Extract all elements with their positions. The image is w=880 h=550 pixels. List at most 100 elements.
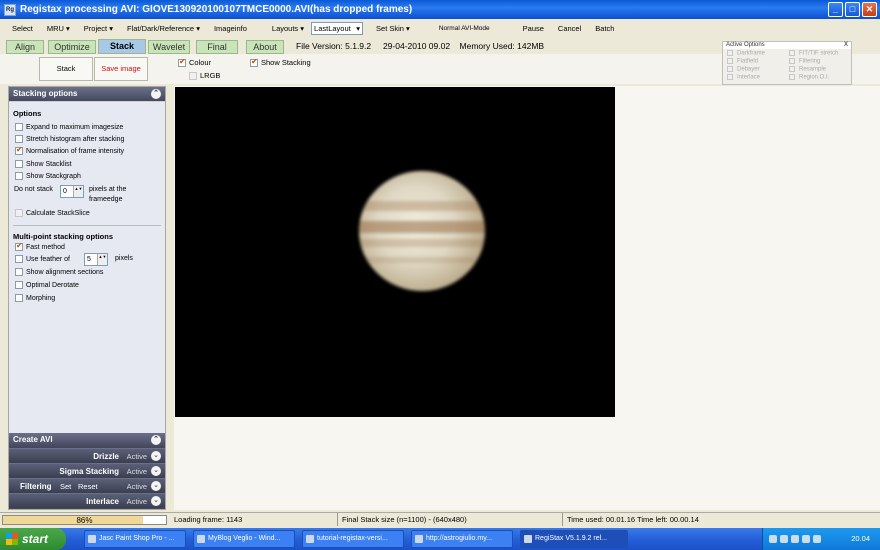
task-browser[interactable]: http://astrogiulio.my... [411,530,513,548]
task-myblog[interactable]: MyBlog Veglio - Wind... [193,530,295,548]
normalisation-checkbox[interactable]: Normalisation of frame intensity [15,145,124,155]
tray-icon[interactable] [780,535,788,543]
file-info: File Version: 5.1.9.2 29-04-2010 09.02 M… [296,41,544,51]
active-options-panel: Active Options X Darkframe Flatfield Deba… [722,41,852,85]
stacked-image[interactable] [175,87,615,417]
morphing-checkbox[interactable]: Morphing [15,294,55,302]
time-info: Time used: 00.01.16 Time left: 00.00.14 [562,513,699,526]
menu-layouts[interactable]: Layouts ▾ [254,24,311,33]
tab-stack[interactable]: Stack [98,39,146,54]
ao-filtering: Filtering [789,58,820,65]
expand-icon[interactable]: ⌄ [151,481,161,491]
jupiter-planet [359,171,485,291]
colour-label: Colour [189,58,212,67]
stretch-checkbox[interactable]: Stretch histogram after stacking [15,135,124,143]
layout-select[interactable]: LastLayout [311,21,364,35]
colour-checkbox[interactable]: Colour [178,57,212,68]
progress-text: 86% [76,516,93,525]
divider [13,225,161,226]
menu-imageinfo[interactable]: Imageinfo [207,24,254,33]
lrgb-checkbox[interactable]: LRGB [189,71,221,81]
tab-about[interactable]: About [246,40,284,54]
title-bar[interactable]: Rg Registax processing AVI: GIOVE1309201… [0,0,880,19]
ao-darkframe: Darkframe [727,50,765,57]
expand-icon[interactable]: ⌄ [151,466,161,476]
task-registax[interactable]: RegiStax V5.1.9.2 rel... [520,530,628,548]
tray-icon[interactable] [813,535,821,543]
stacking-options-header[interactable]: Stacking options ⌃ [9,87,165,101]
optimal-derotate-checkbox[interactable]: Optimal Derotate [15,281,79,289]
memory-used: Memory Used: 142MB [459,41,545,51]
start-button[interactable]: start [0,528,66,550]
expand-icon[interactable]: ⌄ [151,451,161,461]
show-stacking-checkbox[interactable]: Show Stacking [250,57,311,68]
app-icon: Rg [4,3,16,16]
stack-button[interactable]: Stack [39,57,93,81]
status-bar: 86% Loading frame: 1143 Final Stack size… [0,512,880,526]
show-stackgraph-checkbox[interactable]: Show Stackgraph [15,172,81,180]
create-avi-header[interactable]: Create AVI ⌃ [9,433,165,447]
save-image-button[interactable]: Save image [94,57,148,81]
expand-checkbox[interactable]: Expand to maximum imagesize [15,123,123,131]
maximize-button[interactable]: □ [845,2,860,17]
menu-set-skin[interactable]: Set Skin ▾ [369,24,417,33]
tray-icon[interactable] [791,535,799,543]
ao-resample: Resample [789,66,826,73]
cancel-button[interactable]: Cancel [551,24,588,33]
menu-flat-dark-reference[interactable]: Flat/Dark/Reference ▾ [120,24,207,33]
stacking-options-panel: Stacking options ⌃ Options Expand to maxi… [8,86,166,510]
taskbar: start Jasc Paint Shop Pro - ... MyBlog V… [0,528,880,550]
frameedge-label: frameedge [89,196,123,203]
feather-input[interactable]: 5 [84,253,108,266]
ao-region-oi: Region.O.I. [789,74,829,81]
collapse-icon[interactable]: ⌃ [151,89,161,99]
sigma-stacking-row[interactable]: Sigma Stacking Active ⌄ [9,463,165,478]
collapse-icon[interactable]: ⌃ [151,435,161,445]
menu-select[interactable]: Select [0,24,40,33]
fast-method-checkbox[interactable]: Fast method [15,241,65,251]
show-stacking-label: Show Stacking [261,58,311,67]
options-section-title: Options [13,109,42,118]
show-stacklist-checkbox[interactable]: Show Stacklist [15,160,72,168]
checkbox-icon [250,57,258,68]
image-area[interactable] [174,86,880,510]
do-not-stack-input[interactable]: 0 [60,185,84,198]
progress-bar: 86% [2,515,167,525]
tab-wavelet[interactable]: Wavelet [148,40,190,54]
lrgb-label: LRGB [200,71,221,80]
task-paint-shop-pro[interactable]: Jasc Paint Shop Pro - ... [84,530,186,548]
checkbox-icon [189,72,197,81]
system-tray: 20.04 [762,528,880,550]
file-date: 29-04-2010 09.02 [382,41,451,51]
batch-button[interactable]: Batch [588,24,621,33]
pause-button[interactable]: Pause [497,24,551,33]
mode-label: Normal AVI-Mode [438,24,490,32]
final-stack-size: Final Stack size (n=1100) - (640x480) [337,513,467,526]
active-options-title: Active Options [726,42,765,48]
clock: 20.04 [851,534,870,543]
tab-optimize[interactable]: Optimize [48,40,96,54]
do-not-stack-label: Do not stack [14,186,53,193]
pixels-at-label: pixels at the [89,186,127,193]
interlace-row[interactable]: Interlace Active ⌄ [9,493,165,508]
active-options-close[interactable]: X [844,42,848,49]
expand-icon[interactable]: ⌄ [151,496,161,506]
tab-final[interactable]: Final [196,40,238,54]
task-tutorial[interactable]: tutorial-registax-versi... [302,530,404,548]
menu-project[interactable]: Project ▾ [77,24,120,33]
menu-mru[interactable]: MRU ▾ [40,24,77,33]
tray-icon[interactable] [769,535,777,543]
filtering-row[interactable]: Filtering Set Reset Active ⌄ [9,478,165,493]
filtering-reset-button[interactable]: Reset [78,479,98,494]
filtering-set-button[interactable]: Set [60,479,71,494]
feather-checkbox[interactable]: Use feather of [15,255,70,263]
show-alignment-checkbox[interactable]: Show alignment sections [15,268,103,276]
close-button[interactable]: ✕ [862,2,877,17]
calc-stackslice-checkbox[interactable]: Calculate StackSlice [15,209,90,217]
tray-icon[interactable] [802,535,810,543]
drizzle-row[interactable]: Drizzle Active ⌄ [9,448,165,463]
minimize-button[interactable]: _ [828,2,843,17]
pixels-label: pixels [115,255,133,262]
menu-bar: Select MRU ▾ Project ▾ Flat/Dark/Referen… [0,19,880,37]
tab-align[interactable]: Align [6,40,44,54]
